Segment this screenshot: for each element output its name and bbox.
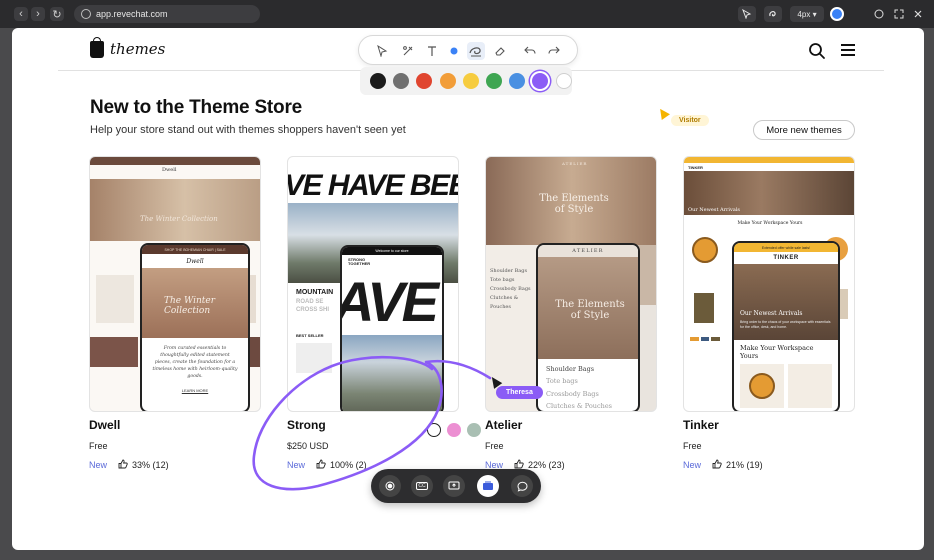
stroke-size-select[interactable]: 4px ▾ bbox=[790, 6, 824, 22]
draw-loop-icon bbox=[769, 10, 776, 17]
chat-icon[interactable] bbox=[872, 6, 886, 22]
captions-button[interactable]: CC bbox=[411, 475, 433, 497]
annotate-button[interactable] bbox=[477, 475, 499, 497]
chat-button[interactable] bbox=[511, 475, 533, 497]
color-indicator[interactable] bbox=[830, 7, 844, 21]
share-screen-icon bbox=[448, 481, 460, 490]
fullscreen-icon[interactable] bbox=[892, 6, 906, 22]
chevron-down-icon: ▾ bbox=[812, 9, 817, 19]
close-icon[interactable] bbox=[911, 6, 925, 22]
cc-icon: CC bbox=[416, 482, 428, 490]
session-control-dock: CC bbox=[371, 469, 541, 503]
draw-tool-button[interactable] bbox=[764, 6, 782, 22]
share-screen-button[interactable] bbox=[443, 475, 465, 497]
browser-toolbar: ‹ › ↻ app.revechat.com 4px ▾ bbox=[0, 0, 934, 28]
reload-icon[interactable]: ↻ bbox=[50, 7, 64, 21]
presenter-label: Theresa bbox=[496, 386, 543, 399]
record-button[interactable] bbox=[379, 475, 401, 497]
globe-icon bbox=[81, 9, 91, 19]
url-text: app.revechat.com bbox=[96, 9, 168, 19]
chat-bubble-icon bbox=[516, 481, 528, 492]
stroke-size-value: 4px bbox=[797, 9, 811, 19]
forward-button[interactable]: › bbox=[31, 7, 45, 21]
cursor-tool-button[interactable] bbox=[738, 6, 756, 22]
back-button[interactable]: ‹ bbox=[14, 7, 28, 21]
annotate-icon bbox=[483, 481, 493, 490]
cursor-icon bbox=[742, 9, 752, 19]
address-bar[interactable]: app.revechat.com bbox=[74, 5, 260, 23]
record-icon bbox=[385, 481, 395, 491]
